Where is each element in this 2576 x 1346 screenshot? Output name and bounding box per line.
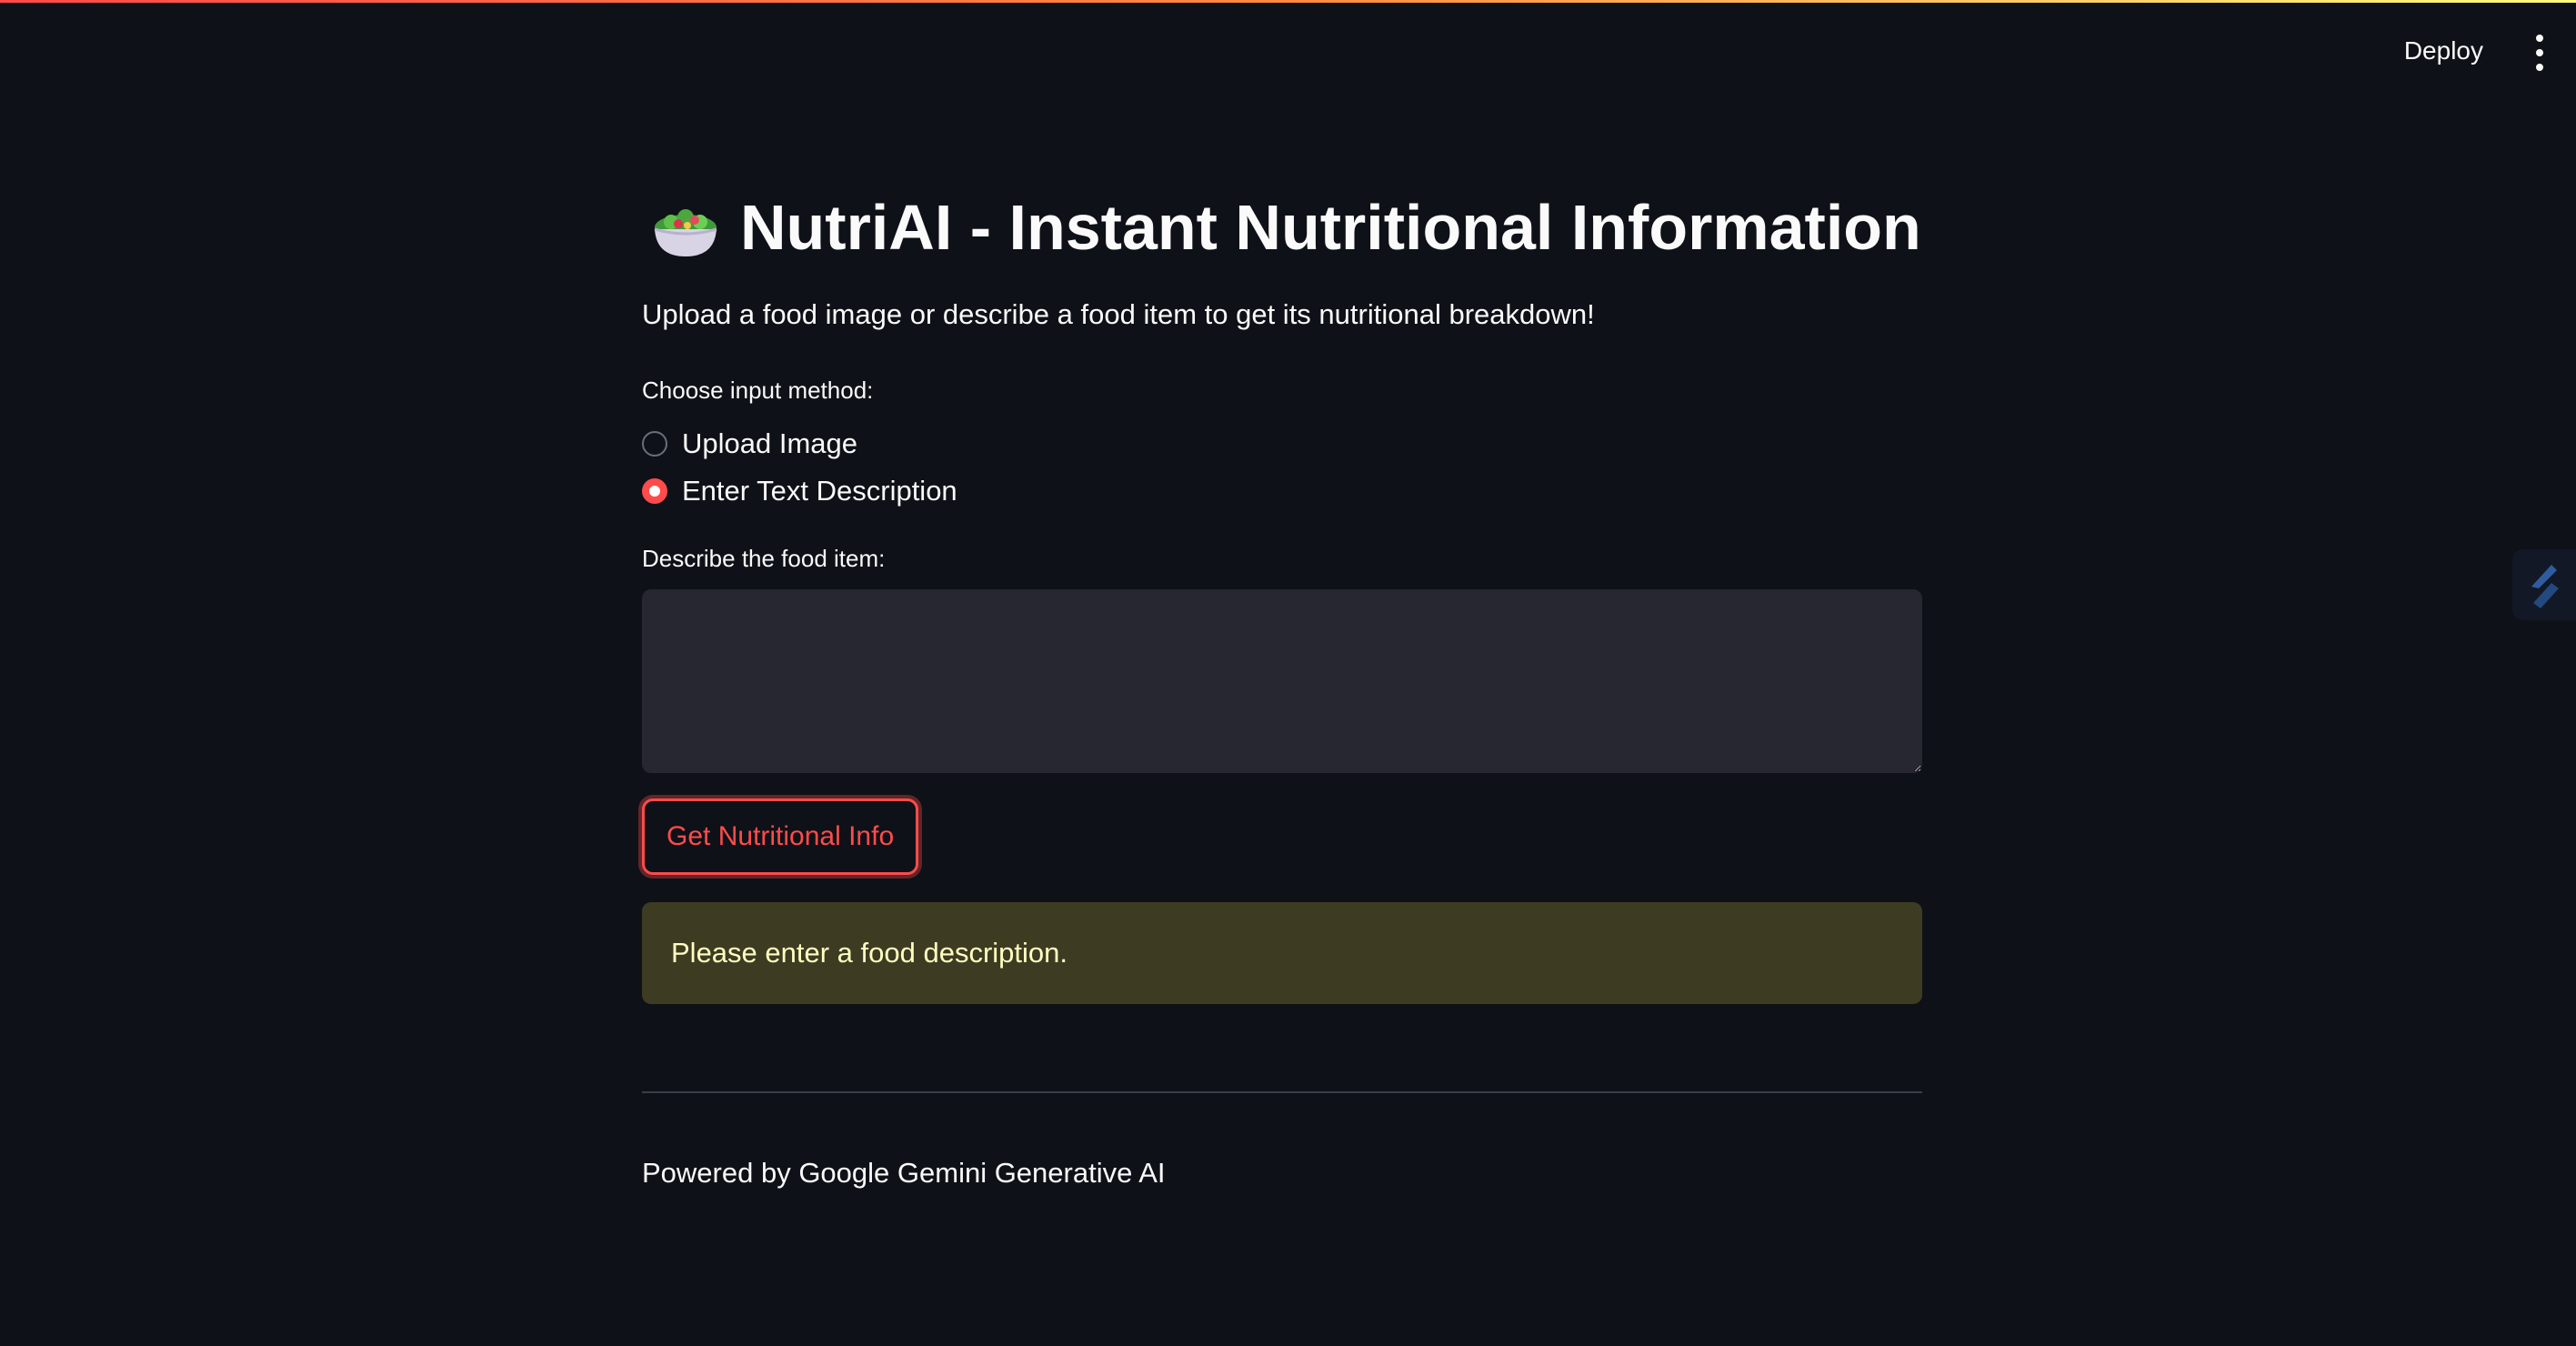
footer-text: Powered by Google Gemini Generative AI — [642, 1157, 1166, 1189]
input-method-label: Choose input method: — [642, 377, 874, 404]
warning-alert: Please enter a food description. — [642, 902, 1922, 1004]
radio-enter-text-description[interactable]: Enter Text Description — [642, 474, 1922, 508]
streamlit-logo-icon[interactable] — [2512, 549, 2576, 620]
divider — [642, 1091, 1922, 1093]
radio-upload-image[interactable]: Upload Image — [642, 427, 1922, 461]
get-nutritional-info-button[interactable]: Get Nutritional Info — [642, 799, 919, 875]
food-description-input[interactable] — [642, 589, 1922, 773]
main-content: NutriAI - Instant Nutritional Informatio… — [642, 191, 1922, 1190]
food-description-label: Describe the food item: — [642, 545, 886, 572]
app-header: Deploy — [0, 0, 2576, 102]
radio-checked-icon[interactable] — [642, 478, 667, 504]
page-subtitle: Upload a food image or describe a food i… — [642, 298, 1595, 330]
page-title-text: NutriAI - Instant Nutritional Informatio… — [740, 192, 1921, 263]
salad-bowl-icon — [654, 209, 717, 256]
radio-unchecked-icon[interactable] — [642, 431, 667, 457]
radio-upload-image-label: Upload Image — [682, 427, 858, 459]
deploy-button[interactable]: Deploy — [2393, 27, 2494, 75]
vertical-ellipsis-icon[interactable] — [2531, 35, 2549, 71]
page-title: NutriAI - Instant Nutritional Informatio… — [651, 191, 1922, 264]
radio-enter-text-label: Enter Text Description — [682, 475, 957, 507]
